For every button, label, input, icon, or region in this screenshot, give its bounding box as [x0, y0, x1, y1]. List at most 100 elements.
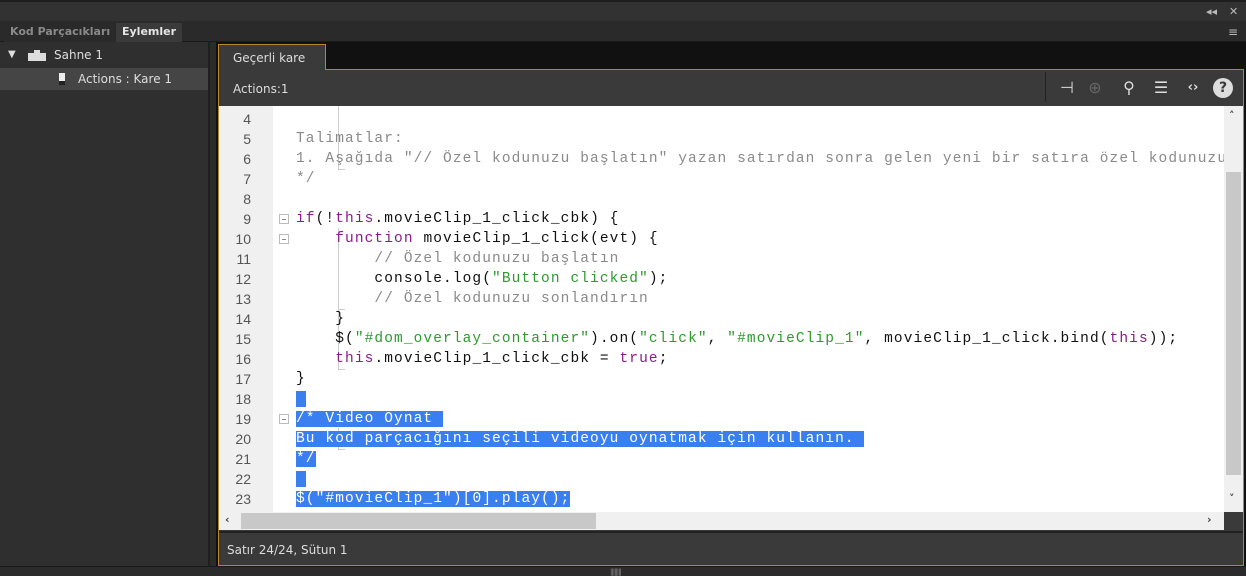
tab-code-snippets[interactable]: Kod Parçacıkları [4, 23, 117, 42]
code-text: */ [296, 169, 316, 189]
code-editor[interactable]: 4 5 Talimatlar: 6 1. Aşağıda "// Özel kodunu… [219, 106, 1243, 512]
horizontal-scroll-thumb[interactable] [241, 513, 596, 529]
code-token: this [1109, 331, 1149, 347]
line-number: 4 [243, 111, 251, 127]
code-line: 18 [219, 389, 1224, 409]
vertical-scroll-thumb[interactable] [1226, 172, 1241, 475]
vertical-scrollbar[interactable]: ˄ ˅ [1224, 106, 1243, 512]
code-token: this [335, 351, 375, 367]
code-line: 16 this.movieClip_1_click_cbk = true; [219, 349, 1224, 369]
code-token: movieClip_1_click(evt) { [413, 231, 659, 247]
code-token: , movieClip_1_click.bind( [864, 331, 1110, 347]
line-number: 21 [235, 451, 251, 467]
code-token: .movieClip_1_click_cbk = [374, 351, 620, 367]
clapperboard-icon [28, 50, 46, 61]
line-number: 17 [235, 371, 251, 387]
code-token: this [335, 211, 375, 227]
line-number: 23 [235, 491, 251, 507]
close-icon[interactable]: ✕ [1229, 5, 1238, 18]
code-token [296, 471, 306, 487]
code-text [296, 469, 306, 489]
fold-toggle-icon[interactable] [279, 214, 289, 224]
window-title-bar: ◂◂ ✕ [0, 0, 1246, 21]
scroll-left-icon[interactable]: ‹ [225, 513, 230, 526]
line-number: 13 [235, 291, 251, 307]
pin-icon[interactable]: ⊣ [1055, 76, 1079, 100]
code-token: ; [658, 351, 669, 367]
tab-actions[interactable]: Eylemler [116, 23, 183, 42]
grip-icon[interactable]: |||||||| [610, 568, 622, 576]
code-token: "Button clicked" [492, 271, 649, 287]
line-number: 7 [243, 171, 251, 187]
actions-panel: Actions:1 ⊣ ⊕ ⚲ ☰ ‹› ? 4 5 Talimatlar: 6 1. … [218, 69, 1244, 566]
line-number: 6 [243, 151, 251, 167]
code-token [296, 391, 306, 407]
code-token: "#dom_overlay_container" [354, 331, 591, 347]
code-text: $("#dom_overlay_container").on("click" , … [296, 329, 1178, 349]
fold-toggle-icon[interactable] [279, 234, 289, 244]
search-icon[interactable]: ⚲ [1117, 76, 1141, 100]
format-icon[interactable]: ☰ [1149, 76, 1173, 100]
line-number: 19 [235, 411, 251, 427]
code-line: 10 function movieClip_1_click(evt) { [219, 229, 1224, 249]
scene-label: Sahne 1 [54, 48, 104, 62]
code-token: ); [648, 271, 669, 287]
line-number: 8 [243, 191, 251, 207]
code-text: */ [296, 449, 316, 469]
code-token: (! [315, 211, 336, 227]
code-token: } [296, 311, 346, 327]
scroll-up-icon[interactable]: ˄ [1229, 109, 1235, 122]
code-token: /* Video Oynat [296, 411, 444, 427]
code-token: Talimatlar: [296, 131, 404, 147]
line-number: 12 [235, 271, 251, 287]
line-number: 5 [243, 131, 251, 147]
line-number: 16 [235, 351, 251, 367]
code-token: Bu kod parçacığını seçili videoyu oynatm… [296, 431, 865, 447]
status-bar: Satır 24/24, Sütun 1 [219, 531, 1243, 565]
resize-bar[interactable]: |||||||| [0, 566, 1246, 576]
tree-item-scene[interactable]: ▼ Sahne 1 [0, 44, 208, 66]
code-text: function movieClip_1_click(evt) { [296, 229, 659, 249]
horizontal-scrollbar[interactable]: ‹ › [219, 512, 1224, 530]
code-token: if [296, 211, 316, 227]
code-line: 11 // Özel kodunuzu başlatın [219, 249, 1224, 269]
code-token: $( [296, 331, 355, 347]
scroll-down-icon[interactable]: ˅ [1229, 492, 1235, 505]
line-number: 11 [236, 251, 251, 267]
code-line: 13 // Özel kodunuzu sonlandırın [219, 289, 1224, 309]
code-icon[interactable]: ‹› [1181, 76, 1205, 100]
code-token: )); [1148, 331, 1179, 347]
code-line: 8 [219, 189, 1224, 209]
tab-current-frame[interactable]: Geçerli kare [218, 44, 326, 70]
code-text: // Özel kodunuzu sonlandırın [296, 289, 649, 309]
fold-toggle-icon[interactable] [279, 414, 289, 424]
scroll-right-icon[interactable]: › [1207, 513, 1212, 526]
expand-arrow-icon[interactable]: ▼ [8, 44, 16, 66]
code-line: 21 */ [219, 449, 1224, 469]
code-text: Bu kod parçacığını seçili videoyu oynatm… [296, 429, 865, 449]
code-line: 22 [219, 469, 1224, 489]
code-line: 15 $("#dom_overlay_container").on("click… [219, 329, 1224, 349]
toolbar-divider [1045, 72, 1046, 102]
code-text: // Özel kodunuzu başlatın [296, 249, 619, 269]
code-text: $("#movieClip_1")[0].play(); [296, 489, 571, 509]
code-text: } [296, 309, 345, 329]
code-line: 7 */ [219, 169, 1224, 189]
code-token: // Özel kodunuzu sonlandırın [296, 291, 649, 307]
code-line: 17} [219, 369, 1224, 389]
tree-item-actions-frame[interactable]: Actions : Kare 1 [0, 68, 208, 90]
code-line: 6 1. Aşağıda "// Özel kodunuzu başlatın" … [219, 149, 1226, 169]
target-icon[interactable]: ⊕ [1083, 76, 1107, 100]
cursor-position: Satır 24/24, Sütun 1 [227, 543, 348, 557]
current-frame-tab-label: Geçerli kare [233, 51, 306, 65]
code-line: 5 Talimatlar: [219, 129, 1224, 149]
code-text [296, 389, 306, 409]
code-line: 9 if(!this.movieClip_1_click_cbk) { [219, 209, 1224, 229]
panel-menu-icon[interactable]: ≡ [1228, 25, 1238, 39]
help-icon[interactable]: ? [1213, 78, 1233, 98]
collapse-icon[interactable]: ◂◂ [1206, 5, 1217, 18]
line-number: 20 [235, 431, 251, 447]
code-token: "#movieClip_1" [315, 491, 453, 507]
